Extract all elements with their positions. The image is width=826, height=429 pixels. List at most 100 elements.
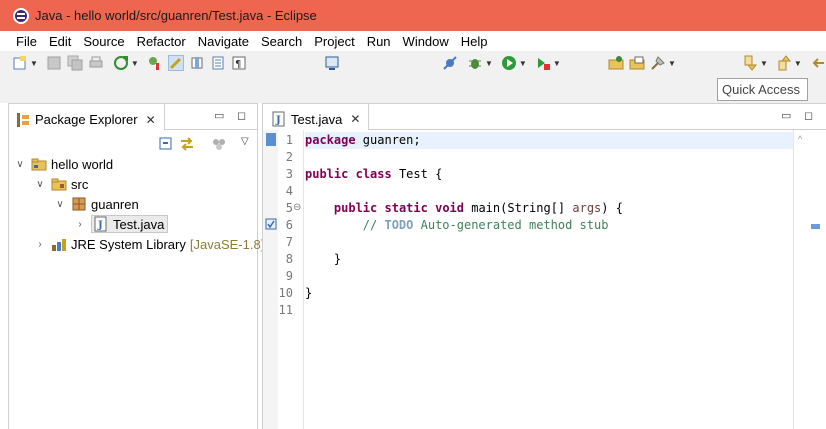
toolbar-group-view [324,54,345,72]
open-task-icon[interactable] [629,55,645,71]
code-text: } [305,286,313,300]
run-icon[interactable] [501,55,517,71]
keyword: void [435,201,464,215]
chevron-down-icon[interactable]: ∨ [35,179,45,190]
minimize-icon[interactable]: ▭ [214,109,224,122]
next-annotation-dropdown-icon[interactable]: ▼ [760,59,768,68]
back-icon[interactable] [810,55,826,71]
link-editor-icon[interactable] [179,136,195,152]
keyword: class [355,167,392,181]
source-folder-icon [51,176,67,192]
tree-item-project[interactable]: ∨ hello world [15,154,113,174]
code-editor[interactable]: package guanren; public class Test { pub… [305,130,793,429]
search-dropdown-icon[interactable]: ▼ [668,59,676,68]
eclipse-icon [13,7,29,24]
chevron-right-icon[interactable]: › [35,239,45,250]
code-text: ) { [601,201,623,215]
toggle-mark-icon[interactable] [167,55,184,71]
view-menu-icon[interactable]: ▽ [241,136,249,147]
debug-dropdown-icon[interactable]: ▼ [485,59,493,68]
tree-label-package: guanren [91,196,139,212]
code-line-3: public class Test { [305,166,442,183]
tab-test-java[interactable]: J Test.java ✕ [263,104,370,130]
tree-item-library[interactable]: › JRE System Library [JavaSE-1.8] [35,234,264,254]
chevron-right-icon[interactable]: › [75,219,85,230]
run-dropdown-icon[interactable]: ▼ [519,59,527,68]
block-selection-icon[interactable] [210,55,226,71]
tree-item-src[interactable]: ∨ src [35,174,88,194]
save-all-icon[interactable] [67,55,83,71]
print-icon[interactable] [88,55,104,71]
menu-file[interactable]: File [10,34,43,49]
previous-annotation-icon[interactable] [776,55,792,71]
filters-icon[interactable] [211,136,227,152]
task-overview-marker[interactable] [811,224,820,229]
next-annotation-icon[interactable] [742,55,758,71]
external-tools-icon[interactable] [535,55,551,71]
tab-package-explorer[interactable]: Package Explorer ✕ [9,104,165,130]
task-marker-icon[interactable] [265,218,277,230]
code-line-10: } [305,285,312,302]
fold-toggle-icon[interactable]: ⊖ [293,202,301,213]
toolbar-group-open: ▼ [608,54,684,72]
menu-edit[interactable]: Edit [43,34,77,49]
chevron-down-icon[interactable]: ∨ [15,159,25,170]
new-java-project-icon[interactable] [147,55,163,71]
close-icon[interactable]: ✕ [146,113,156,127]
line-number: 2 [285,150,293,164]
keyword: static [384,201,428,215]
keyword: package [305,133,356,147]
close-icon[interactable]: ✕ [350,112,360,126]
annotation-icon[interactable] [189,55,205,71]
minimize-icon[interactable]: ▭ [781,109,791,122]
svg-text:¶: ¶ [235,59,241,70]
menu-refactor[interactable]: Refactor [131,34,192,49]
code-line-6: // TODO Auto-generated method stub [305,217,609,234]
previous-annotation-dropdown-icon[interactable]: ▼ [794,59,802,68]
menu-help[interactable]: Help [455,34,494,49]
selected-file[interactable]: J Test.java [91,215,169,233]
toolbar-group-file: ▼ ▼ ¶ [12,54,252,72]
new-dropdown-icon[interactable]: ▼ [30,59,38,68]
maximize-icon[interactable]: ◻ [237,109,246,122]
debug-icon[interactable] [467,55,483,71]
search-tool-icon[interactable] [650,55,666,71]
todo-tag: TODO [384,218,414,232]
skip-breakpoints-icon[interactable] [442,55,458,71]
bookmark-icon[interactable] [266,133,276,146]
title-bar: Java - hello world/src/guanren/Test.java… [0,0,826,31]
tree-label-src: src [71,176,89,192]
save-icon[interactable] [46,55,62,71]
chevron-down-icon[interactable]: ∨ [55,199,65,210]
window-title: Java - hello world/src/guanren/Test.java… [35,8,317,23]
java-file-icon: J [271,111,287,127]
toolbar-group-run: ▼ ▼ ▼ [442,54,569,72]
menu-window[interactable]: Window [397,34,455,49]
tree-item-package[interactable]: ∨ guanren [55,194,139,214]
library-icon [51,236,67,252]
toolbar-group-nav: ▼ ▼ [742,54,826,72]
menu-source[interactable]: Source [77,34,130,49]
external-tools-dropdown-icon[interactable]: ▼ [553,59,561,68]
quick-access-input[interactable]: Quick Access [717,78,808,101]
library-decoration: [JavaSE-1.8] [189,236,265,252]
package-icon [71,196,87,212]
menu-navigate[interactable]: Navigate [192,34,255,49]
new-icon[interactable] [12,55,28,71]
refresh-icon[interactable] [113,55,129,71]
menu-project[interactable]: Project [308,34,360,49]
open-type-icon[interactable] [608,55,624,71]
maximize-icon[interactable]: ◻ [804,109,813,122]
collapse-all-icon[interactable] [158,136,174,152]
chevron-up-icon[interactable]: ^ [798,134,802,144]
console-icon[interactable] [324,55,340,71]
code-text: } [333,252,342,266]
package-explorer-tabbar: Package Explorer ✕ ▭ ◻ [9,104,257,130]
menu-search[interactable]: Search [255,34,308,49]
show-whitespace-icon[interactable]: ¶ [231,55,247,71]
refresh-dropdown-icon[interactable]: ▼ [131,59,139,68]
menu-run[interactable]: Run [361,34,397,49]
comment: Auto-generated method stub [413,218,609,232]
tree-item-file[interactable]: › J Test.java [75,214,169,234]
line-number: 9 [285,269,293,283]
